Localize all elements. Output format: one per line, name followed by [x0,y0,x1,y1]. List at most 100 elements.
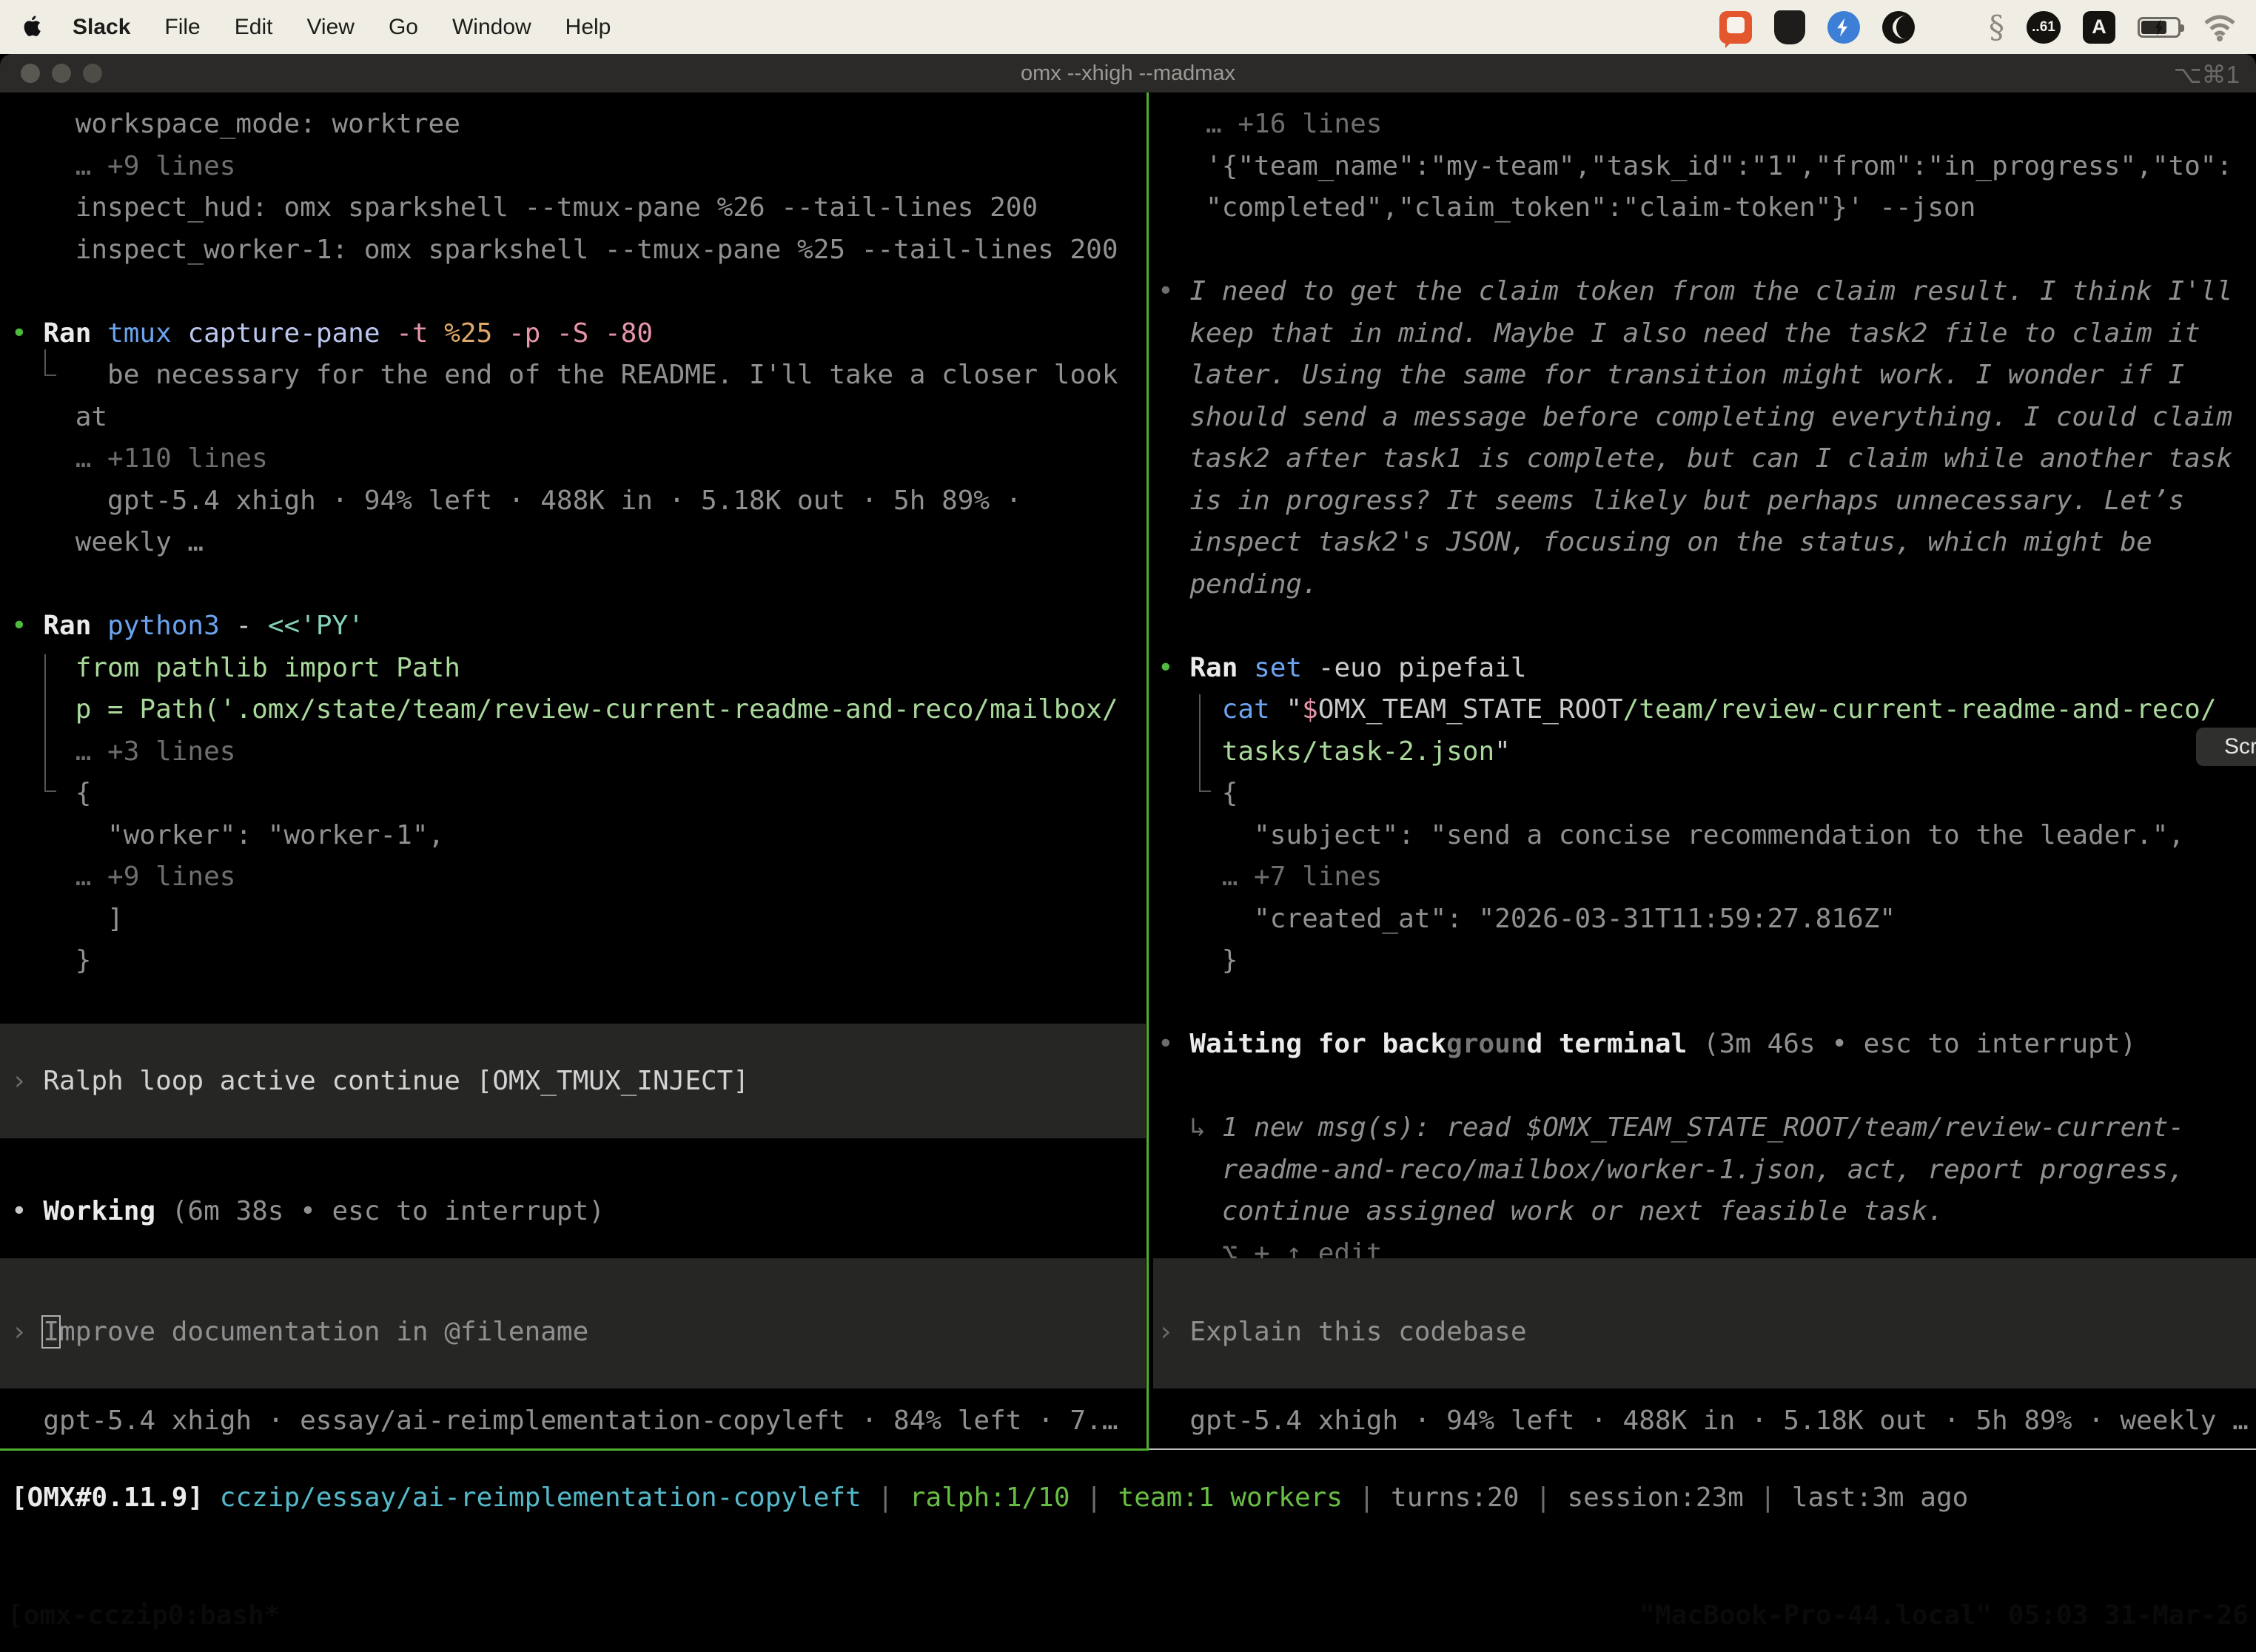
menu-item-view[interactable]: View [306,15,354,40]
text-segment: tmux [107,318,187,349]
terminal-line: ] [11,899,1146,941]
text-segment: I [41,1315,61,1349]
chat-icon[interactable] [1719,11,1752,44]
pane-divider[interactable] [1147,93,1149,1451]
text-segment: • [11,318,43,349]
text-segment: … +9 lines [11,151,235,181]
text-segment: continue assigned work or next feasible … [1158,1196,1944,1226]
text-segment: " [1286,694,1302,725]
text-segment: | [862,1483,910,1513]
tmux-session-window[interactable]: [omx-cczip0:bash* [7,1600,280,1631]
prompt-input-right[interactable]: › Explain this codebase [1153,1258,2256,1389]
prompt-input-left-text[interactable]: › Improve documentation in @filename [0,1258,1146,1354]
text-segment: } [1158,945,1238,976]
terminal-line: is in progress? It seems likely but perh… [1158,480,2256,523]
terminal-line: … +16 lines [1158,104,2256,146]
terminal-line: … +110 lines [11,438,1146,480]
text-segment: I need to get the claim token from the c… [1189,276,2232,306]
dots-grid-icon[interactable] [1937,13,1967,42]
text-segment: readme-and-reco/mailbox/worker-1.json, a… [1158,1155,2184,1185]
text-segment [1158,736,1222,767]
text-segment: $ [1302,694,1318,725]
terminal-line: } [1158,940,2256,982]
text-segment: › [11,1317,43,1347]
text-segment: | [1343,1483,1391,1513]
screen: Slack File Edit View Go Window Help § ..… [0,0,2256,1652]
text-segment: -t [396,318,444,349]
text-segment: d terminal [1527,1029,1703,1059]
omx-status-line: [OMX#0.11.9] cczip/essay/ai-reimplementa… [0,1477,2256,1520]
text-segment: ralph:1/10 [910,1483,1070,1513]
text-segment: • [1158,276,1189,306]
text-segment: OMX_TEAM_STATE_ROOT [1318,694,1623,725]
text-segment: "completed","claim_token":"claim-token"}… [1158,192,1975,223]
menu-item-file[interactable]: File [164,15,200,40]
prompt-input-left[interactable]: › Improve documentation in @filename [0,1258,1146,1389]
text-segment: gpt-5.4 xhigh · 94% left · 488K in · 5.1… [11,486,1021,516]
text-segment: • [1158,653,1189,683]
terminal-line [11,564,1146,606]
tmux-status-bar: [omx-cczip0:bash* "MacBook-Pro-44.local"… [0,1593,2256,1637]
tmux-host-clock: "MacBook-Pro-44.local" 05:03 31-Mar-26 [1639,1600,2249,1631]
terminal-line [1158,605,2256,648]
close-button[interactable] [21,64,40,83]
terminal-line: … +9 lines [11,856,1146,899]
text-segment: at [11,402,107,432]
terminal-line [1158,1066,2256,1108]
terminal-line: gpt-5.4 xhigh · 94% left · 488K in · 5.1… [11,480,1146,523]
text-segment: pending. [1158,569,1318,600]
text-segment: groun [1446,1029,1526,1059]
menu-item-edit[interactable]: Edit [235,15,273,40]
text-segment: • [11,1196,43,1226]
terminal-line: continue assigned work or next feasible … [1158,1191,2256,1233]
text-segment: should send a message before completing … [1158,402,2232,432]
macos-menu-bar: Slack File Edit View Go Window Help § ..… [0,0,2256,54]
text-segment: last:3m ago [1792,1483,1968,1513]
terminal-line: '{"team_name":"my-team","task_id":"1","f… [1158,146,2256,188]
terminal-line [11,982,1146,1024]
ralph-loop-status-text: › Ralph loop active continue [OMX_TMUX_I… [0,1024,1146,1103]
terminal-line: weekly … [11,522,1146,564]
window-title: omx --xhigh --madmax [1021,61,1235,86]
terminal-line: cat "$OMX_TEAM_STATE_ROOT/team/review-cu… [1158,689,2256,731]
text-segment: › [11,1066,43,1096]
squiggle-icon[interactable]: § [1989,9,2004,45]
prompt-input-right-text[interactable]: › Explain this codebase [1153,1258,2256,1354]
text-segment: inspect_worker-1: omx sparkshell --tmux-… [11,235,1118,265]
wifi-icon[interactable] [2203,13,2237,42]
left-terminal-pane[interactable]: workspace_mode: worktree … +9 lines insp… [0,104,1146,1442]
menu-item-app[interactable]: Slack [73,15,130,40]
text-segment: team:1 workers [1118,1483,1343,1513]
text-segment: set [1254,653,1318,683]
terminal-line: pending. [1158,564,2256,606]
text-segment: turns:20 [1391,1483,1519,1513]
minimize-button[interactable] [52,64,71,83]
menu-item-help[interactable]: Help [565,15,611,40]
text-segment: /team/review-current-readme-and-reco/ [1623,694,2217,725]
text-segment: › [1158,1317,1189,1347]
badge-icon[interactable]: ..61 [2027,11,2061,44]
shield-icon[interactable] [1774,10,1805,44]
apple-menu-icon[interactable] [19,13,44,42]
terminal-line: { [11,773,1146,815]
terminal-line: "subject": "send a concise recommendatio… [1158,815,2256,857]
text-segment: Ralph loop active continue [OMX_TMUX_INJ… [43,1066,749,1096]
text-segment: "subject": "send a concise recommendatio… [1158,820,2184,850]
text-segment: be necessary for the end of the README. … [11,360,1118,390]
terminal-line [1158,982,2256,1024]
menu-item-window[interactable]: Window [452,15,531,40]
right-terminal-pane[interactable]: … +16 lines '{"team_name":"my-team","tas… [1153,104,2256,1442]
a-icon[interactable]: A [2083,11,2115,44]
text-segment: inspect task2's JSON, focusing on the st… [1158,527,2152,557]
text-segment: " [1494,736,1511,767]
menu-item-go[interactable]: Go [389,15,418,40]
text-segment: | [1519,1483,1567,1513]
bolt-icon[interactable] [1827,11,1860,44]
zoom-button[interactable] [83,64,102,83]
tree-connector-line [1199,694,1211,792]
text-segment: cat [1222,694,1286,725]
terminal-line: gpt-5.4 xhigh · 94% left · 488K in · 5.1… [1158,1400,2256,1443]
moon-icon[interactable] [1882,11,1915,44]
window-title-bar[interactable]: omx --xhigh --madmax ⌥⌘1 [0,54,2256,93]
battery-icon[interactable] [2138,17,2181,38]
